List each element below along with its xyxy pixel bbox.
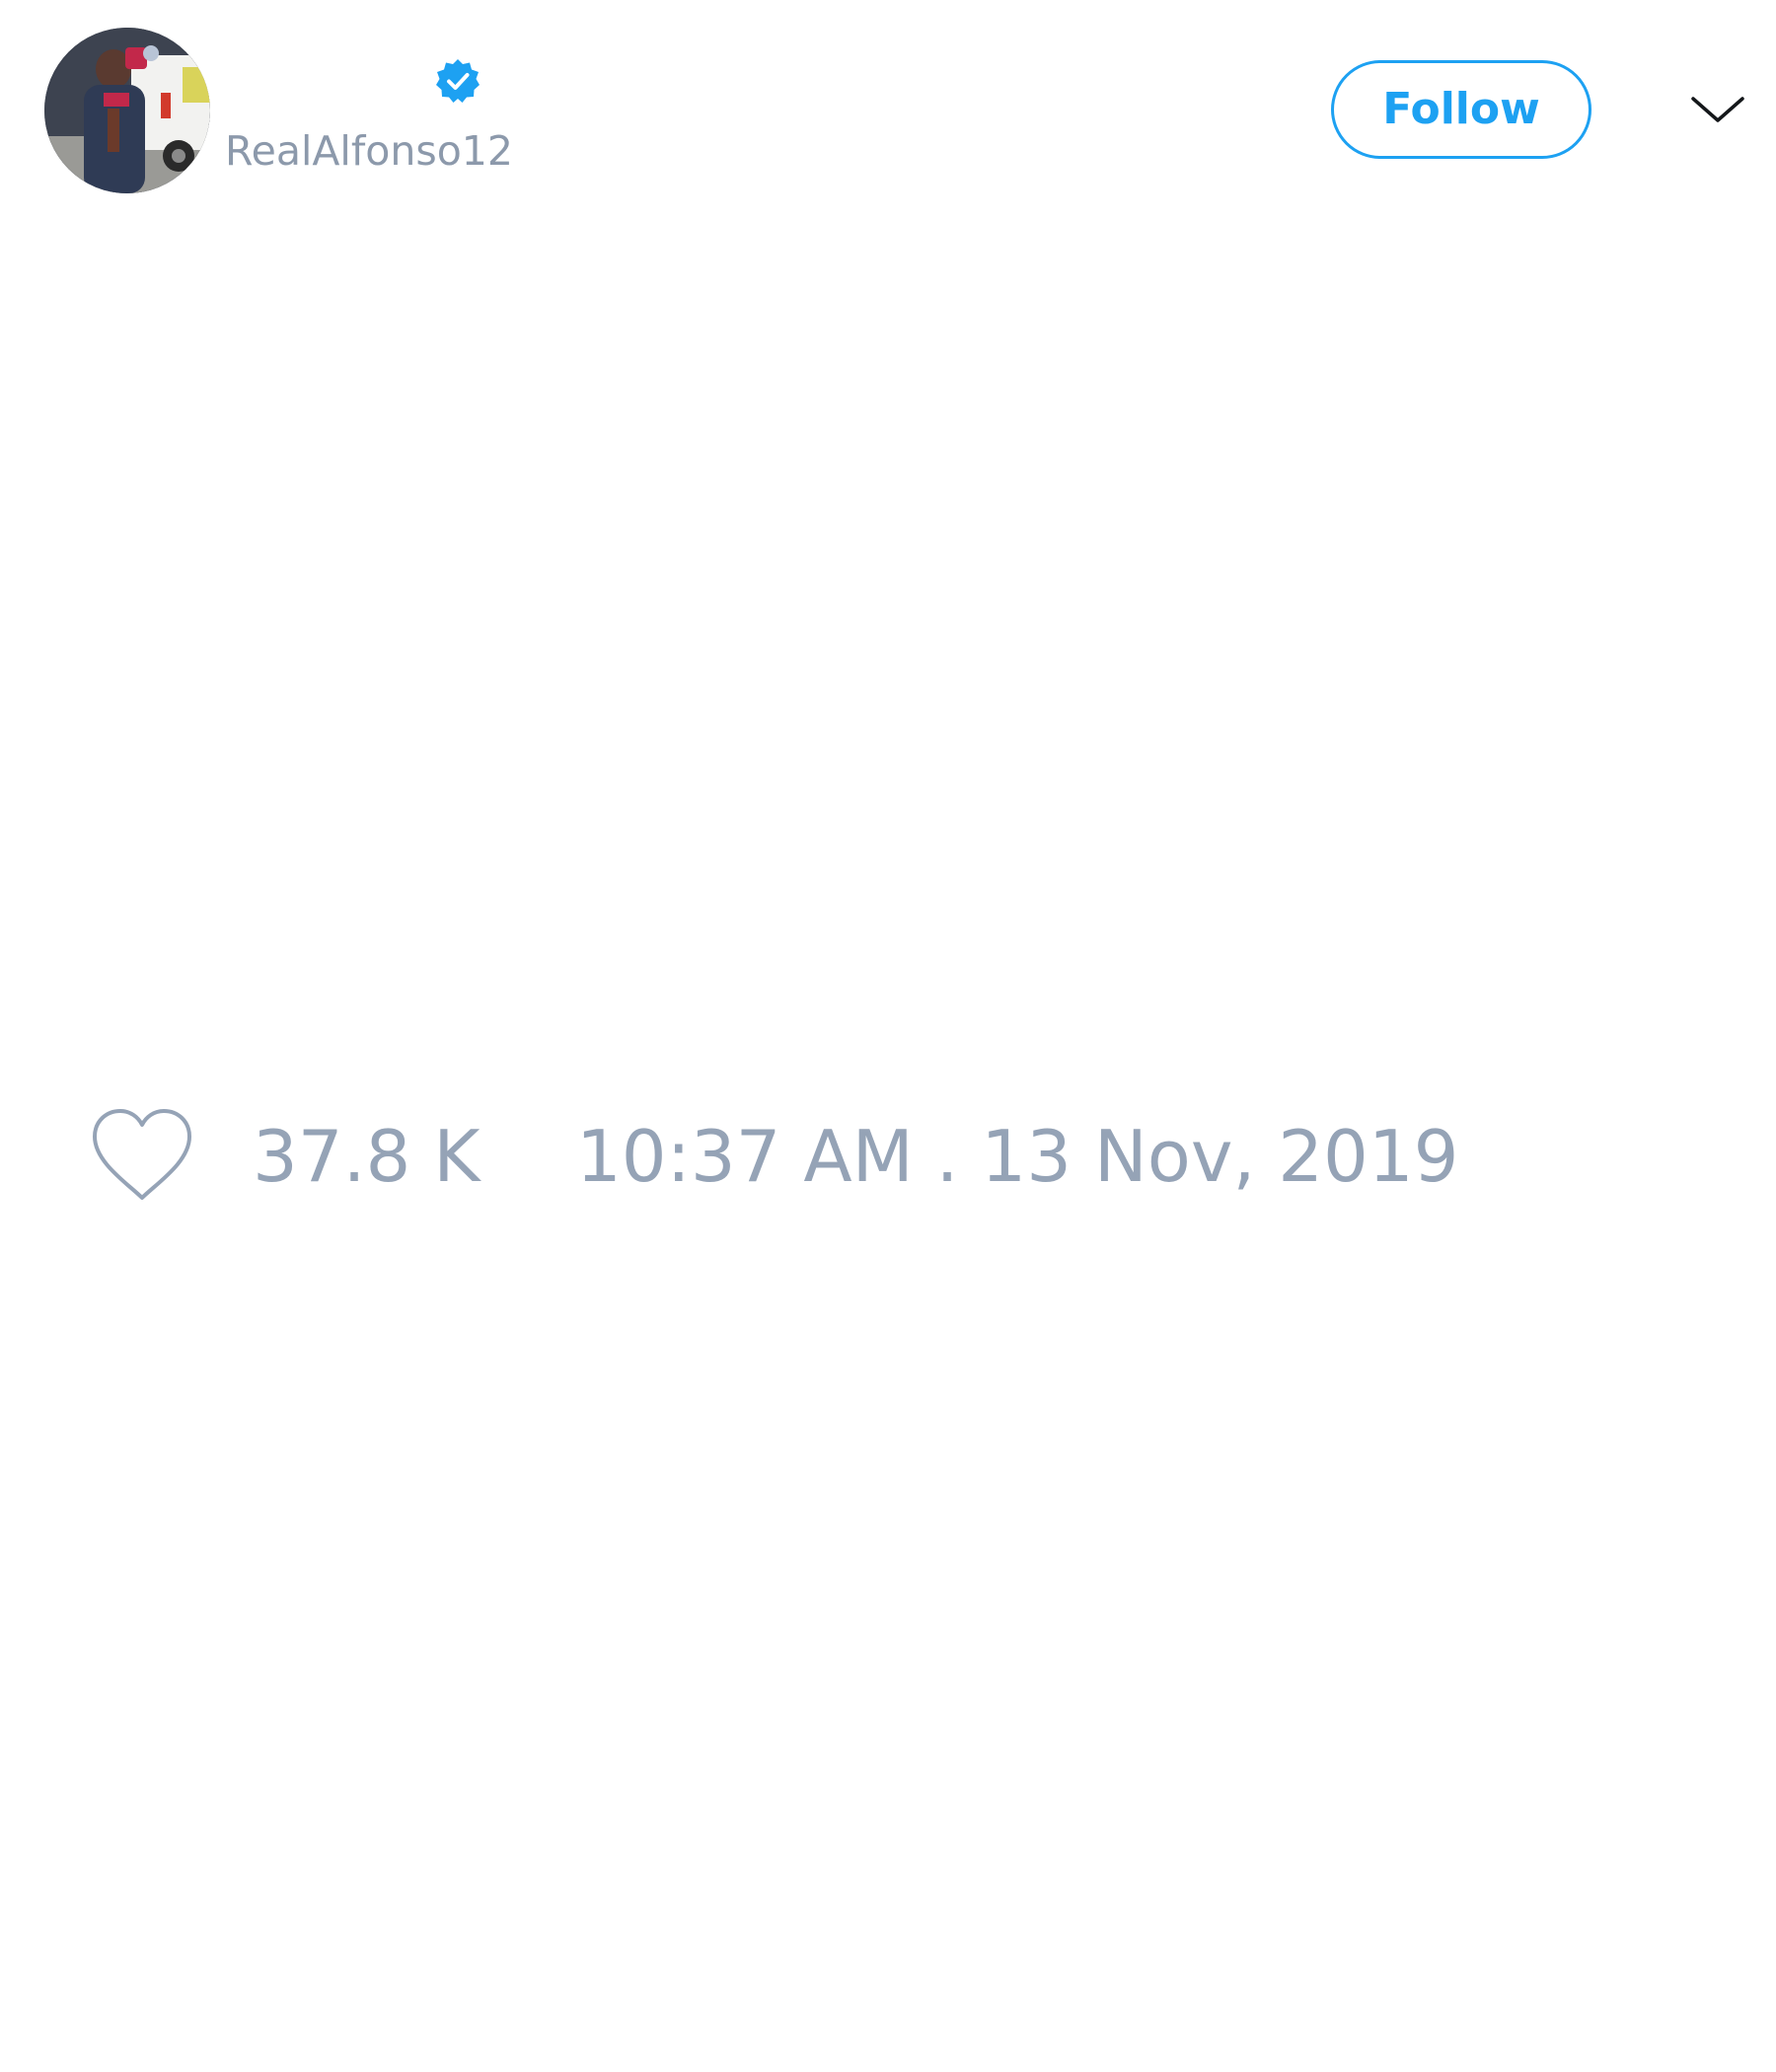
like-count: 37.8 K xyxy=(253,1115,481,1198)
avatar[interactable] xyxy=(44,28,210,193)
follow-button[interactable]: Follow xyxy=(1331,60,1591,159)
heart-icon xyxy=(89,1107,195,1204)
chevron-down-icon xyxy=(1689,85,1746,134)
user-handle[interactable]: RealAlfonso12 xyxy=(225,125,513,177)
tweet-timestamp[interactable]: 10:37 AM . 13 Nov, 2019 xyxy=(576,1115,1458,1198)
like-button[interactable] xyxy=(89,1107,195,1204)
more-options-button[interactable] xyxy=(1689,85,1746,134)
avatar-photo xyxy=(44,28,210,193)
verified-badge-icon xyxy=(434,57,481,105)
tweet-card: RealAlfonso12 Follow 37.8 K 10:37 AM . 1… xyxy=(0,0,1776,2072)
